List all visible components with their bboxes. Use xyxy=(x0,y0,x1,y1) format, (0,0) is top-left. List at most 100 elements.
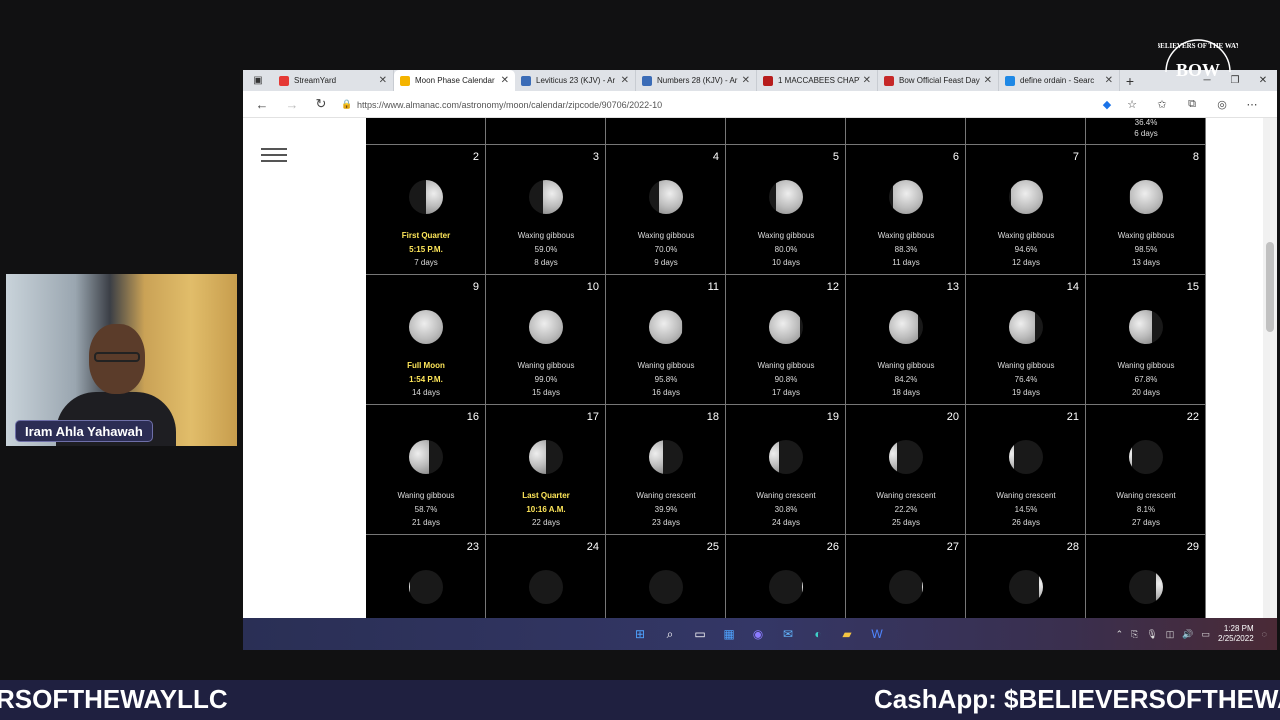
refresh-icon[interactable]: ↻ xyxy=(311,95,331,113)
task-view-icon[interactable]: ▭ xyxy=(691,625,709,643)
battery-icon[interactable]: ▭ xyxy=(1202,629,1211,640)
browser-tab[interactable]: define ordain - Searc ✕ xyxy=(999,70,1120,91)
url-field[interactable]: 🔒 https://www.almanac.com/astronomy/moon… xyxy=(341,95,1096,114)
calendar-day-cell[interactable]: 27 xyxy=(846,535,966,618)
windows-taskbar: ⊞ ⌕ ▭ ▦ ◉ ✉ ◐ ▰ W ⌃ ⎘ 🎙 ◫ 🔊 ▭ 1:28 PM 2/… xyxy=(243,618,1277,650)
day-number: 22 xyxy=(1186,411,1199,423)
scroll-thumb[interactable] xyxy=(1266,242,1274,332)
edge-icon[interactable]: ◐ xyxy=(809,625,827,643)
page-scrollbar[interactable] xyxy=(1263,118,1277,618)
file-explorer-icon[interactable]: ▰ xyxy=(838,625,856,643)
close-window-icon[interactable]: ✕ xyxy=(1249,70,1277,91)
hamburger-menu-icon[interactable] xyxy=(261,148,287,164)
tab-close-icon[interactable]: ✕ xyxy=(621,75,629,86)
tab-close-icon[interactable]: ✕ xyxy=(1105,75,1113,86)
more-menu-icon[interactable]: ⋯ xyxy=(1243,96,1261,113)
tab-favicon-icon xyxy=(1005,75,1015,86)
calendar-day-cell[interactable]: 22 Waning crescent 8.1% 27 days xyxy=(1086,405,1206,535)
profile-icon[interactable]: ◎ xyxy=(1213,96,1231,113)
start-icon[interactable]: ⊞ xyxy=(631,625,649,643)
teams-icon[interactable]: ◉ xyxy=(749,625,767,643)
day-number: 8 xyxy=(1192,151,1199,163)
illumination-text: 58.7% xyxy=(414,505,438,514)
notification-area-icon[interactable]: ⎘ xyxy=(1131,629,1138,640)
calendar-day-cell[interactable]: 9 Full Moon 1:54 P.M. 14 days xyxy=(366,275,486,405)
webcam-feed: Iram Ahla Yahawah xyxy=(6,274,237,446)
presenter-name-tag: Iram Ahla Yahawah xyxy=(15,420,153,442)
browser-tab[interactable]: Bow Official Feast Day ✕ xyxy=(878,70,999,91)
mail-icon[interactable]: ✉ xyxy=(779,625,797,643)
calendar-day-cell[interactable]: 11 Waning gibbous 95.8% 16 days xyxy=(606,275,726,405)
browser-tab[interactable]: StreamYard ✕ xyxy=(273,70,394,91)
calendar-day-cell[interactable]: 23 xyxy=(366,535,486,618)
calendar-day-cell[interactable]: 5 Waxing gibbous 80.0% 10 days xyxy=(726,145,846,275)
clock[interactable]: 1:28 PM 2/25/2022 xyxy=(1218,624,1254,644)
moon-phase-icon xyxy=(409,180,443,214)
calendar-day-cell[interactable]: 10 Waning gibbous 99.0% 15 days xyxy=(486,275,606,405)
calendar-day-cell[interactable]: 29 xyxy=(1086,535,1206,618)
phase-name: Waxing gibbous xyxy=(1117,231,1175,240)
widgets-icon[interactable]: ▦ xyxy=(720,625,738,643)
tab-close-icon[interactable]: ✕ xyxy=(742,75,750,86)
moon-phase-icon xyxy=(1129,570,1163,604)
day-number: 18 xyxy=(706,411,719,423)
microphone-icon[interactable]: 🎙 xyxy=(1146,629,1157,640)
calendar-day-cell[interactable]: 2 First Quarter 5:15 P.M. 7 days xyxy=(366,145,486,275)
calendar-day-cell[interactable]: 6 Waxing gibbous 88.3% 11 days xyxy=(846,145,966,275)
new-tab-button[interactable]: + xyxy=(1120,70,1140,91)
calendar-day-cell[interactable]: 28 xyxy=(966,535,1086,618)
notifications-icon[interactable]: ◌ xyxy=(1262,629,1267,639)
volume-icon[interactable]: 🔊 xyxy=(1182,629,1193,640)
calendar-day-cell[interactable]: 18 Waning crescent 39.9% 23 days xyxy=(606,405,726,535)
phase-name: Waning gibbous xyxy=(1117,361,1175,370)
calendar-day-cell[interactable]: 14 Waning gibbous 76.4% 19 days xyxy=(966,275,1086,405)
illumination-text: 95.8% xyxy=(654,375,678,384)
calendar-day-cell[interactable]: 4 Waxing gibbous 70.0% 9 days xyxy=(606,145,726,275)
forward-icon[interactable]: → xyxy=(282,95,302,113)
tab-close-icon[interactable]: ✕ xyxy=(863,75,871,86)
calendar-day-cell[interactable]: 8 Waxing gibbous 98.5% 13 days xyxy=(1086,145,1206,275)
calendar-day-cell[interactable]: 25 xyxy=(606,535,726,618)
illumination-text: 90.8% xyxy=(774,375,798,384)
calendar-day-cell[interactable]: 24 xyxy=(486,535,606,618)
browser-tab[interactable]: Moon Phase Calendar ✕ xyxy=(394,70,515,91)
browser-tab[interactable]: Leviticus 23 (KJV) - Ar ✕ xyxy=(515,70,636,91)
browser-tab[interactable]: Numbers 28 (KJV) - Ar ✕ xyxy=(636,70,757,91)
back-icon[interactable]: ← xyxy=(252,95,272,113)
calendar-day-cell[interactable]: 3 Waxing gibbous 59.0% 8 days xyxy=(486,145,606,275)
tab-close-icon[interactable]: ✕ xyxy=(984,75,992,86)
browser-tab[interactable]: 1 MACCABEES CHAPT ✕ xyxy=(757,70,878,91)
extension-icon[interactable]: ◆ xyxy=(1098,96,1116,113)
calendar-day-cell[interactable]: 15 Waning gibbous 67.8% 20 days xyxy=(1086,275,1206,405)
day-number: 9 xyxy=(472,281,479,293)
calendar-day-cell[interactable]: 19 Waning crescent 30.8% 24 days xyxy=(726,405,846,535)
tab-close-icon[interactable]: ✕ xyxy=(379,75,387,86)
collections-icon[interactable]: ⧉ xyxy=(1183,96,1201,113)
tab-favicon-icon xyxy=(884,75,894,86)
calendar-cell-previous xyxy=(966,118,1086,145)
calendar-cell-previous xyxy=(846,118,966,145)
add-favorite-icon[interactable]: ☆ xyxy=(1123,96,1141,113)
moon-phase-icon xyxy=(529,310,563,344)
search-icon[interactable]: ⌕ xyxy=(661,625,679,643)
calendar-day-cell[interactable]: 16 Waning gibbous 58.7% 21 days xyxy=(366,405,486,535)
word-icon[interactable]: W xyxy=(868,625,886,643)
day-number: 24 xyxy=(586,541,599,553)
illumination-text: 8.1% xyxy=(1136,505,1156,514)
phase-name: Waxing gibbous xyxy=(757,231,815,240)
calendar-day-cell[interactable]: 26 xyxy=(726,535,846,618)
tab-close-icon[interactable]: ✕ xyxy=(501,75,509,86)
calendar-day-cell[interactable]: 12 Waning gibbous 90.8% 17 days xyxy=(726,275,846,405)
moon-phase-icon xyxy=(649,180,683,214)
network-icon[interactable]: ◫ xyxy=(1166,629,1175,640)
illumination-text: 76.4% xyxy=(1014,375,1038,384)
moon-age-text: 16 days xyxy=(651,388,681,397)
calendar-day-cell[interactable]: 17 Last Quarter 10:16 A.M. 22 days xyxy=(486,405,606,535)
calendar-day-cell[interactable]: 20 Waning crescent 22.2% 25 days xyxy=(846,405,966,535)
calendar-day-cell[interactable]: 13 Waning gibbous 84.2% 18 days xyxy=(846,275,966,405)
chevron-up-icon[interactable]: ⌃ xyxy=(1116,629,1124,640)
calendar-day-cell[interactable]: 7 Waxing gibbous 94.6% 12 days xyxy=(966,145,1086,275)
tab-actions-icon[interactable]: ▣ xyxy=(243,70,273,91)
favorites-icon[interactable]: ✩ xyxy=(1153,96,1171,113)
calendar-day-cell[interactable]: 21 Waning crescent 14.5% 26 days xyxy=(966,405,1086,535)
